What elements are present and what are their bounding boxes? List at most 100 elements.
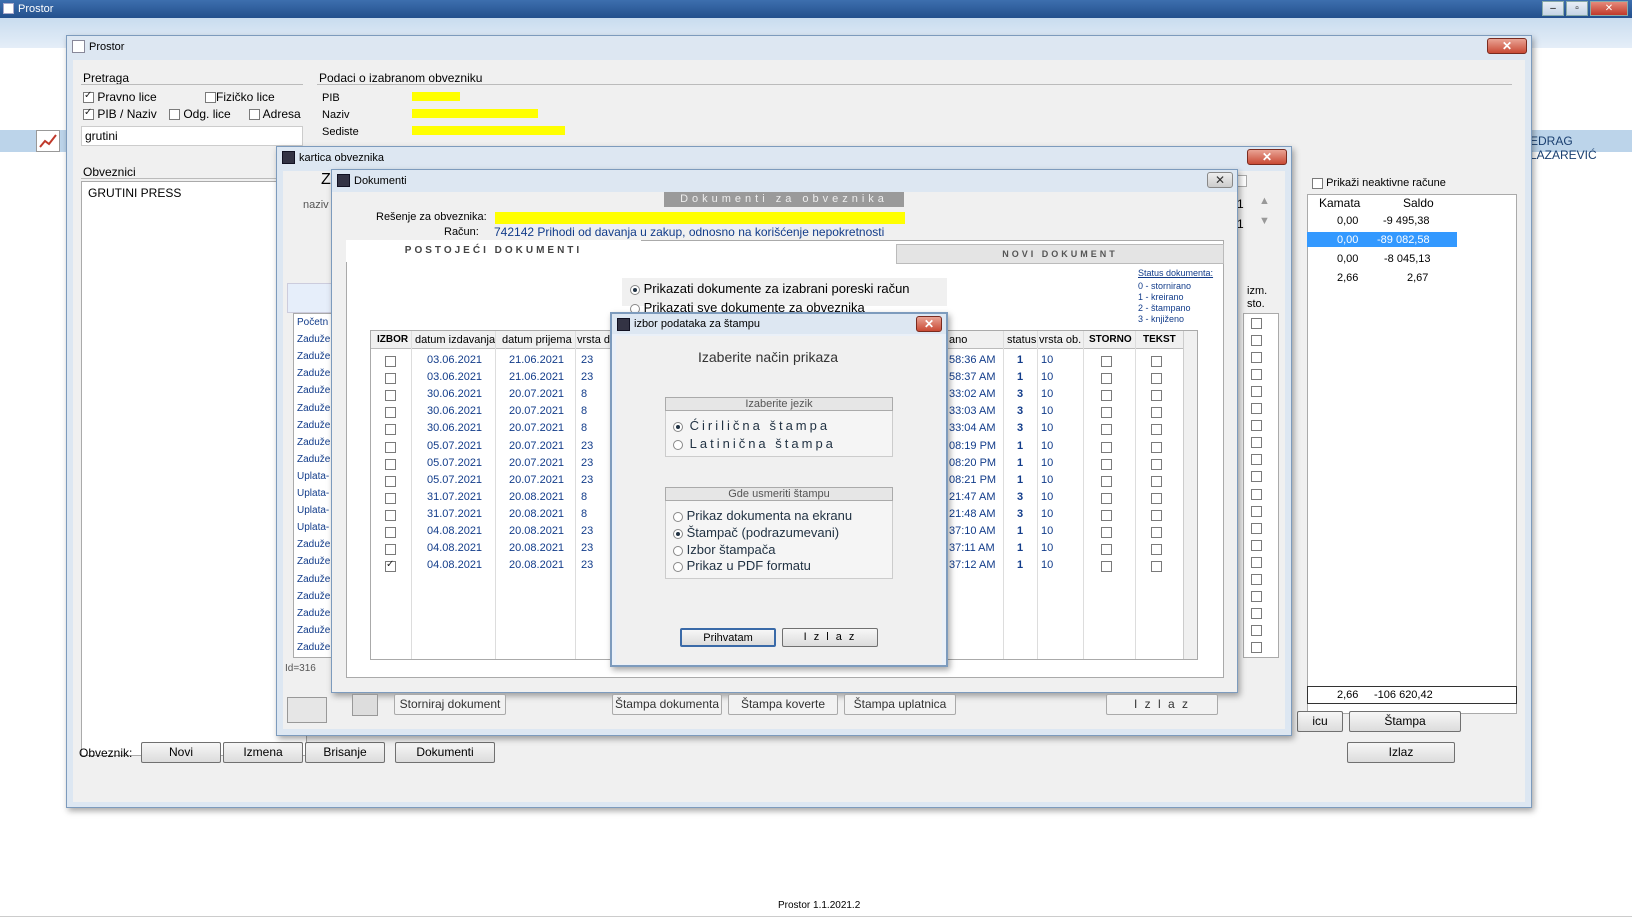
odg-lice-checkbox[interactable]: Odg. lice bbox=[169, 107, 231, 121]
vrsta-ob: 10 bbox=[1041, 439, 1054, 452]
izm-checkbox[interactable] bbox=[1251, 556, 1262, 568]
kartica-close-button[interactable]: ✕ bbox=[1247, 149, 1287, 165]
izm-checkbox[interactable] bbox=[1251, 574, 1262, 586]
kamata-cell[interactable]: 0,00 bbox=[1337, 234, 1358, 246]
total-saldo: -106 620,42 bbox=[1374, 689, 1433, 701]
izm-checkbox[interactable] bbox=[1251, 334, 1262, 346]
status: 1 bbox=[1017, 542, 1024, 555]
opt-izbor-radio[interactable]: Izbor štampača bbox=[673, 542, 776, 557]
vreme: 08:20 PM bbox=[949, 456, 997, 469]
izm-checkbox[interactable] bbox=[1251, 505, 1262, 517]
izm-checkbox[interactable] bbox=[1251, 368, 1262, 380]
type-cell: Zaduže bbox=[297, 419, 331, 431]
izm-checkbox[interactable] bbox=[1251, 385, 1262, 397]
datum-izdavanja: 04.08.2021 bbox=[427, 542, 483, 555]
brisanje-button[interactable]: Brisanje bbox=[305, 742, 385, 763]
dokumenti-izlaz-button[interactable]: I z l a z bbox=[1106, 694, 1218, 715]
opt-ekran-radio[interactable]: Prikaz dokumenta na ekranu bbox=[673, 508, 852, 523]
up-arrow-icon[interactable]: ▲ bbox=[1259, 195, 1270, 207]
type-cell: Uplata- bbox=[297, 488, 330, 499]
datum-izdavanja: 03.06.2021 bbox=[427, 371, 483, 384]
col-vrsta-ob: vrsta ob. bbox=[1039, 334, 1082, 346]
novi-button[interactable]: Novi bbox=[141, 742, 221, 763]
dialog-izlaz-button[interactable]: I z l a z bbox=[782, 628, 878, 647]
window-icon bbox=[72, 40, 85, 53]
opt-stampac-radio[interactable]: Štampač (podrazumevani) bbox=[673, 525, 839, 540]
tab-novi[interactable]: NOVI DOKUMENT bbox=[896, 244, 1224, 264]
izm-checkbox[interactable] bbox=[1251, 351, 1262, 363]
down-arrow-icon[interactable]: ▼ bbox=[1259, 215, 1270, 227]
izm-checkbox[interactable] bbox=[1251, 591, 1262, 603]
status-title: Status dokumenta: bbox=[1138, 268, 1214, 278]
type-cell: Zaduže bbox=[297, 351, 331, 363]
dokumenti-close-button[interactable]: ✕ bbox=[1207, 172, 1233, 188]
cirilicna-radio[interactable]: Ćirilična štampa bbox=[673, 418, 830, 433]
chart-icon[interactable] bbox=[36, 130, 60, 152]
vrsta-ob: 10 bbox=[1041, 371, 1054, 384]
datum-prijema: 20.07.2021 bbox=[509, 456, 565, 469]
izm-checkbox[interactable] bbox=[1251, 437, 1262, 449]
datum-izdavanja: 30.06.2021 bbox=[427, 388, 483, 401]
fizicko-lice-checkbox[interactable]: Fizičko lice bbox=[205, 90, 275, 104]
adresa-checkbox[interactable]: Adresa bbox=[249, 107, 301, 121]
izm-checkbox[interactable] bbox=[1251, 642, 1262, 654]
dialog-close-button[interactable]: ✕ bbox=[916, 316, 942, 332]
izm-checkbox[interactable] bbox=[1251, 625, 1262, 637]
pravno-lice-checkbox[interactable]: Pravno lice bbox=[83, 90, 157, 104]
izm-checkbox[interactable] bbox=[1251, 420, 1262, 432]
search-input[interactable] bbox=[81, 126, 303, 146]
stampa-uplatnica-button[interactable]: Štampa uplatnica bbox=[844, 694, 956, 715]
close-button[interactable]: ✕ bbox=[1590, 1, 1628, 16]
saldo-cell[interactable]: -89 082,58 bbox=[1377, 234, 1430, 246]
stampa-button[interactable]: Štampa bbox=[1349, 711, 1461, 732]
stampa-dokumenta-button[interactable]: Štampa dokumenta bbox=[612, 694, 722, 715]
vreme: 21:47 AM bbox=[949, 490, 996, 503]
saldo-cell[interactable]: -8 045,13 bbox=[1384, 253, 1430, 265]
type-cell: Uplata- bbox=[297, 522, 330, 534]
saldo-cell[interactable]: -9 495,38 bbox=[1383, 215, 1429, 227]
kamata-cell[interactable]: 0,00 bbox=[1337, 253, 1358, 265]
vrsta-ob: 10 bbox=[1041, 490, 1054, 503]
izm-checkbox[interactable] bbox=[1251, 471, 1262, 483]
calc-icon[interactable] bbox=[287, 697, 327, 723]
opt-izabrani-racun[interactable]: Prikazati dokumente za izabrani poreski … bbox=[630, 281, 910, 296]
izm-checkbox[interactable] bbox=[1251, 403, 1262, 415]
spin1[interactable]: 1 bbox=[1237, 197, 1244, 211]
col-status: status bbox=[1007, 334, 1037, 346]
datum-prijema: 20.08.2021 bbox=[509, 525, 565, 537]
datum-izdavanja: 31.07.2021 bbox=[427, 490, 483, 503]
saldo-cell[interactable]: 2,67 bbox=[1407, 272, 1428, 284]
status: 1 bbox=[1017, 456, 1024, 469]
storniraj-button[interactable]: Storniraj dokument bbox=[394, 694, 506, 715]
izm-checkbox[interactable] bbox=[1251, 488, 1262, 500]
prihvatam-button[interactable]: Prihvatam bbox=[680, 628, 776, 647]
vrsta-d: 23 bbox=[581, 559, 594, 572]
izm-checkbox[interactable] bbox=[1251, 454, 1262, 466]
table-scrollbar[interactable] bbox=[1183, 331, 1197, 659]
stampa-koverte-button[interactable]: Štampa koverte bbox=[728, 694, 838, 715]
obveznici-list[interactable]: GRUTINI PRESS bbox=[81, 181, 307, 756]
dokumenti-button[interactable]: Dokumenti bbox=[395, 742, 495, 763]
racun-label: Račun: bbox=[444, 226, 479, 238]
prostor-close-button[interactable]: ✕ bbox=[1487, 38, 1527, 54]
izm-checkbox[interactable] bbox=[1251, 317, 1262, 329]
pib-naziv-checkbox[interactable]: PIB / Naziv bbox=[83, 107, 157, 121]
kamata-cell[interactable]: 2,66 bbox=[1337, 272, 1358, 284]
datum-izdavanja: 05.07.2021 bbox=[427, 439, 483, 452]
izmena-button[interactable]: Izmena bbox=[223, 742, 303, 763]
kamata-cell[interactable]: 0,00 bbox=[1337, 215, 1358, 227]
izlaz-button[interactable]: Izlaz bbox=[1347, 742, 1455, 763]
izm-checkbox[interactable] bbox=[1251, 522, 1262, 534]
izm-checkbox[interactable] bbox=[1251, 608, 1262, 620]
latinicna-radio[interactable]: Latinična štampa bbox=[673, 436, 836, 451]
spin2[interactable]: 1 bbox=[1237, 217, 1244, 231]
icu-button[interactable]: icu bbox=[1297, 711, 1343, 732]
opt-pdf-radio[interactable]: Prikaz u PDF formatu bbox=[673, 558, 811, 573]
minimize-button[interactable]: – bbox=[1542, 1, 1564, 16]
izm-checkbox[interactable] bbox=[1251, 539, 1262, 551]
list-item[interactable]: GRUTINI PRESS bbox=[82, 182, 306, 204]
maximize-button[interactable]: ▫ bbox=[1566, 1, 1588, 16]
tab-postojeci[interactable]: POSTOJEĆI DOKUMENTI bbox=[346, 240, 641, 262]
neaktivne-checkbox[interactable]: Prikaži neaktivne račune bbox=[1312, 177, 1446, 189]
calc-icon[interactable] bbox=[352, 694, 378, 716]
